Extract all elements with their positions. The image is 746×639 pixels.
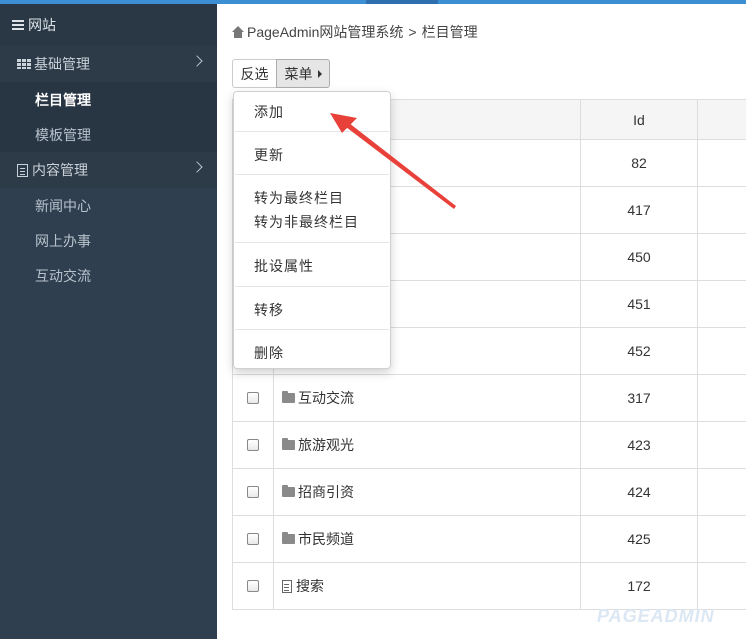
row-id: 417 [627, 202, 651, 218]
menu-button[interactable]: 菜单 [276, 59, 330, 88]
menu-icon [12, 20, 24, 30]
chevron-right-icon [191, 55, 203, 67]
breadcrumb-current: 栏目管理 [421, 24, 478, 40]
chevron-right-icon [191, 161, 203, 173]
header-cell-extra [697, 100, 746, 139]
menu-button-label: 菜单 [284, 65, 313, 82]
folder-icon [282, 532, 295, 544]
breadcrumb: PageAdmin网站管理系统 > 栏目管理 [232, 22, 478, 42]
table-row: 招商引资 424 [233, 468, 746, 515]
row-name[interactable]: 互动交流 [298, 388, 354, 408]
watermark-logo: PAGEADMIN [597, 606, 715, 626]
row-id: 172 [627, 578, 651, 594]
sidebar-item-template-management[interactable]: 模板管理 [0, 117, 217, 152]
row-name[interactable]: 招商引资 [298, 482, 354, 502]
menu-divider [235, 329, 389, 330]
document-icon [17, 163, 28, 177]
sidebar: 网站 基础管理 栏目管理 模板管理 内容管理 新闻中心 网上办事 互动交流 [0, 4, 217, 639]
menu-divider [235, 286, 389, 287]
invert-selection-button[interactable]: 反选 [232, 59, 277, 88]
menu-item-add[interactable]: 添加 [254, 102, 284, 122]
menu-item-batch-attributes[interactable]: 批设属性 [254, 256, 314, 276]
sidebar-header[interactable]: 网站 [0, 4, 217, 46]
sidebar-submenu-content: 新闻中心 网上办事 互动交流 [0, 188, 217, 293]
row-id: 424 [627, 484, 651, 500]
table-row: 旅游观光 423 [233, 421, 746, 468]
caret-right-icon [317, 69, 322, 78]
sidebar-group-content[interactable]: 内容管理 [0, 152, 217, 188]
arrow-shaft [346, 123, 456, 209]
breadcrumb-site[interactable]: PageAdmin网站管理系统 [247, 22, 403, 42]
folder-icon [282, 391, 295, 403]
table-row: 搜索 172 [233, 562, 746, 609]
grid-icon [17, 59, 31, 69]
row-checkbox[interactable] [247, 580, 259, 592]
menu-item-move[interactable]: 转移 [254, 300, 284, 320]
sidebar-item-news-center[interactable]: 新闻中心 [0, 188, 217, 223]
menu-divider [235, 242, 389, 243]
folder-icon [282, 438, 295, 450]
menu-item-set-non-final[interactable]: 转为非最终栏目 [254, 212, 359, 232]
sidebar-item-interaction[interactable]: 互动交流 [0, 258, 217, 293]
annotation-arrow [330, 113, 456, 209]
sidebar-group-label: 基础管理 [34, 56, 90, 72]
sidebar-group-basic[interactable]: 基础管理 [0, 46, 217, 82]
table-row: 互动交流 317 [233, 374, 746, 421]
row-id: 425 [627, 531, 651, 547]
row-id: 317 [627, 390, 651, 406]
sidebar-header-label: 网站 [28, 17, 56, 33]
row-id: 450 [627, 249, 651, 265]
row-id: 451 [627, 296, 651, 312]
file-icon [282, 579, 292, 593]
row-checkbox[interactable] [247, 533, 259, 545]
sidebar-item-online-services[interactable]: 网上办事 [0, 223, 217, 258]
row-checkbox[interactable] [247, 392, 259, 404]
row-name[interactable]: 旅游观光 [298, 435, 354, 455]
row-name[interactable]: 搜索 [296, 576, 324, 596]
sidebar-group-label: 内容管理 [32, 162, 88, 178]
row-checkbox[interactable] [247, 486, 259, 498]
row-id: 423 [627, 437, 651, 453]
row-id: 452 [627, 343, 651, 359]
sidebar-submenu-basic: 栏目管理 模板管理 [0, 82, 217, 152]
header-cell-id[interactable]: Id [580, 100, 697, 139]
sidebar-item-column-management[interactable]: 栏目管理 [0, 82, 217, 117]
breadcrumb-separator: > [408, 24, 417, 40]
row-id: 82 [631, 155, 647, 171]
row-name[interactable]: 市民频道 [298, 529, 354, 549]
home-icon[interactable] [232, 26, 244, 38]
table-row: 市民频道 425 [233, 515, 746, 562]
folder-icon [282, 485, 295, 497]
menu-item-delete[interactable]: 删除 [254, 343, 284, 363]
menu-item-update[interactable]: 更新 [254, 145, 284, 165]
row-checkbox[interactable] [247, 439, 259, 451]
